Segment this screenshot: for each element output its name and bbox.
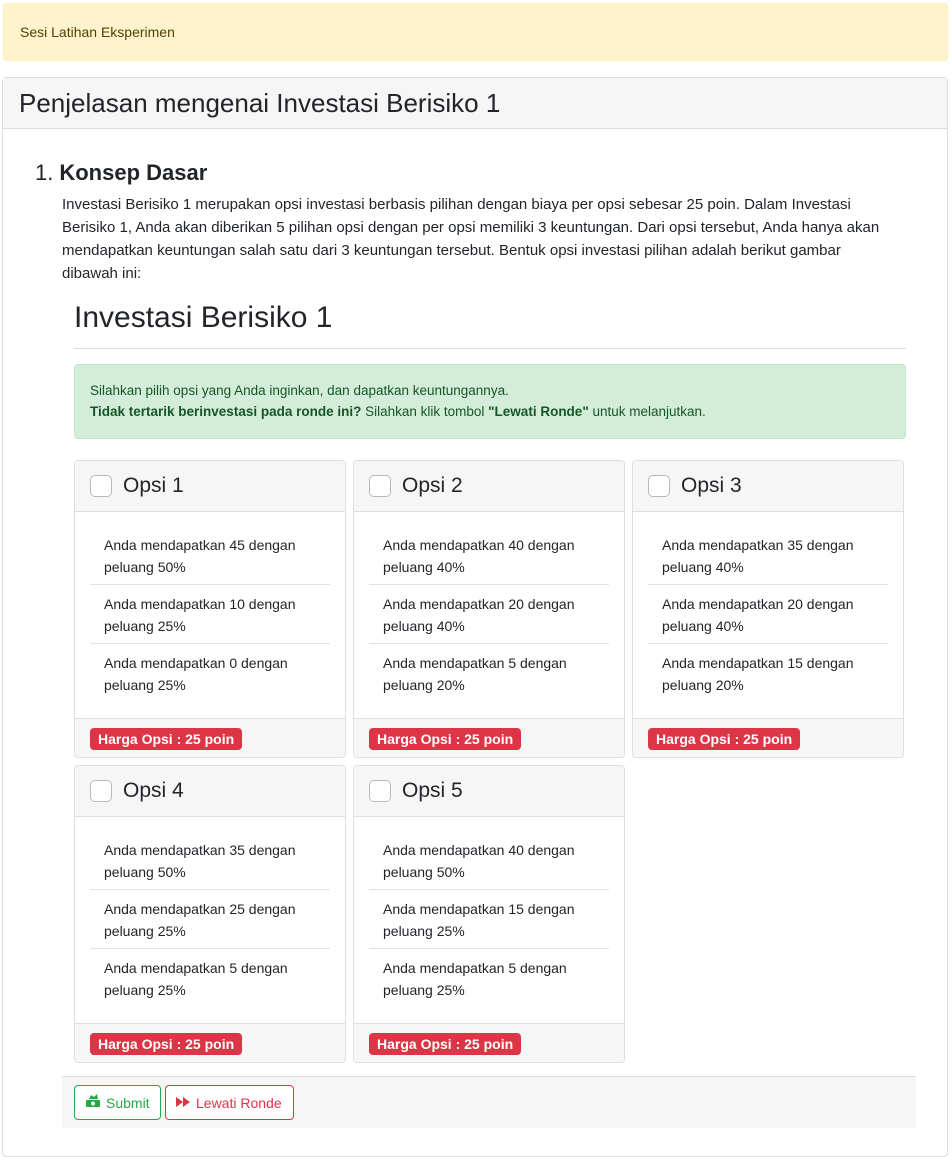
outcome-item: Anda mendapatkan 10 dengan peluang 25% [90, 585, 330, 644]
skip-round-button[interactable]: Lewati Ronde [165, 1085, 294, 1120]
outcome-item: Anda mendapatkan 35 dengan peluang 40% [648, 526, 888, 585]
option-outcomes: Anda mendapatkan 35 dengan peluang 50% A… [75, 817, 345, 1023]
option-label: Opsi 4 [123, 779, 184, 802]
option-card-header: Opsi 4 [75, 766, 345, 817]
option-outcomes: Anda mendapatkan 40 dengan peluang 40% A… [354, 512, 624, 718]
option-label: Opsi 1 [123, 474, 184, 497]
option-card-footer: Harga Opsi : 25 poin [75, 1023, 345, 1062]
option-label: Opsi 5 [402, 779, 463, 802]
outcome-item: Anda mendapatkan 5 dengan peluang 20% [383, 655, 567, 693]
option-card-header: Opsi 5 [354, 766, 624, 817]
outcome-item: Anda mendapatkan 20 dengan peluang 40% [648, 585, 888, 644]
price-badge: Harga Opsi : 25 poin [90, 728, 243, 750]
option-outcomes: Anda mendapatkan 40 dengan peluang 50% A… [354, 817, 624, 1023]
outcome-item: Anda mendapatkan 35 dengan peluang 50% [90, 831, 330, 890]
concept-number: 1. [35, 160, 54, 185]
concept-title: Konsep Dasar [59, 160, 208, 185]
outcome-item: Anda mendapatkan 15 dengan peluang 20% [662, 655, 854, 693]
option-card-footer: Harga Opsi : 25 poin [633, 718, 903, 757]
option-label: Opsi 2 [402, 474, 463, 497]
alert-line-1: Silahkan pilih opsi yang Anda inginkan, … [90, 383, 509, 398]
alert-mid-text: Silahkan klik tombol [361, 404, 489, 419]
option-outcomes: Anda mendapatkan 45 dengan peluang 50% A… [75, 512, 345, 718]
option-card-3: Opsi 3 Anda mendapatkan 35 dengan peluan… [632, 460, 904, 758]
action-footer: Submit Lewati Ronde [62, 1076, 916, 1128]
option-checkbox-5[interactable] [369, 780, 391, 802]
option-card-footer: Harga Opsi : 25 poin [75, 718, 345, 757]
alert-button-ref: "Lewati Ronde" [488, 404, 589, 419]
divider [74, 348, 906, 349]
option-checkbox-3[interactable] [648, 475, 670, 497]
instruction-alert: Silahkan pilih opsi yang Anda inginkan, … [74, 364, 906, 439]
option-card-header: Opsi 1 [75, 461, 345, 512]
outcome-item: Anda mendapatkan 0 dengan peluang 25% [104, 655, 288, 693]
price-badge: Harga Opsi : 25 poin [648, 728, 801, 750]
outcome-item: Anda mendapatkan 45 dengan peluang 50% [90, 526, 330, 585]
fast-forward-icon [176, 1095, 196, 1111]
option-card-footer: Harga Opsi : 25 poin [354, 1023, 624, 1062]
submit-button[interactable]: Submit [74, 1085, 161, 1120]
outcome-item: Anda mendapatkan 20 dengan peluang 40% [369, 585, 609, 644]
option-outcomes: Anda mendapatkan 35 dengan peluang 40% A… [633, 512, 903, 718]
session-banner: Sesi Latihan Eksperimen [3, 3, 948, 61]
money-bill-icon [85, 1094, 106, 1111]
option-card-4: Opsi 4 Anda mendapatkan 35 dengan peluan… [74, 765, 346, 1063]
investment-title: Investasi Berisiko 1 [74, 301, 333, 334]
price-badge: Harga Opsi : 25 poin [90, 1033, 243, 1055]
panel-header: Penjelasan mengenai Investasi Berisiko 1 [3, 78, 947, 129]
concept-heading: 1. Konsep Dasar [35, 160, 207, 186]
skip-label: Lewati Ronde [196, 1094, 282, 1111]
option-card-header: Opsi 2 [354, 461, 624, 512]
alert-bold-question: Tidak tertarik berinvestasi pada ronde i… [90, 404, 362, 419]
option-card-footer: Harga Opsi : 25 poin [354, 718, 624, 757]
outcome-item: Anda mendapatkan 40 dengan peluang 50% [369, 831, 609, 890]
option-card-5: Opsi 5 Anda mendapatkan 40 dengan peluan… [353, 765, 625, 1063]
outcome-item: Anda mendapatkan 5 dengan peluang 25% [104, 960, 288, 998]
option-card-header: Opsi 3 [633, 461, 903, 512]
alert-line-2: Tidak tertarik berinvestasi pada ronde i… [90, 401, 890, 422]
alert-end-text: untuk melanjutkan. [588, 404, 706, 419]
outcome-item: Anda mendapatkan 15 dengan peluang 25% [369, 890, 609, 949]
option-card-1: Opsi 1 Anda mendapatkan 45 dengan peluan… [74, 460, 346, 758]
price-badge: Harga Opsi : 25 poin [369, 728, 522, 750]
option-checkbox-1[interactable] [90, 475, 112, 497]
option-card-2: Opsi 2 Anda mendapatkan 40 dengan peluan… [353, 460, 625, 758]
option-checkbox-4[interactable] [90, 780, 112, 802]
panel-title: Penjelasan mengenai Investasi Berisiko 1 [19, 87, 501, 118]
session-banner-text: Sesi Latihan Eksperimen [20, 24, 175, 40]
submit-label: Submit [106, 1094, 150, 1111]
option-checkbox-2[interactable] [369, 475, 391, 497]
concept-text: Investasi Berisiko 1 merupakan opsi inve… [62, 196, 880, 282]
option-label: Opsi 3 [681, 474, 742, 497]
price-badge: Harga Opsi : 25 poin [369, 1033, 522, 1055]
outcome-item: Anda mendapatkan 5 dengan peluang 25% [383, 960, 567, 998]
outcome-item: Anda mendapatkan 25 dengan peluang 25% [90, 890, 330, 949]
explanation-panel: Penjelasan mengenai Investasi Berisiko 1… [2, 77, 948, 1157]
outcome-item: Anda mendapatkan 40 dengan peluang 40% [369, 526, 609, 585]
